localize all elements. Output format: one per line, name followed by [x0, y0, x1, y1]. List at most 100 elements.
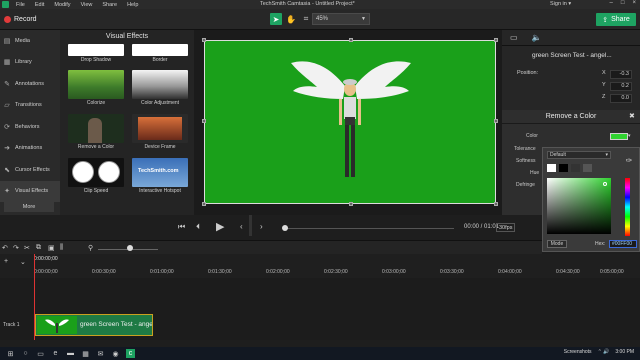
mode-button[interactable]: Mode	[547, 240, 567, 248]
copy-icon[interactable]: ⧉	[36, 244, 41, 252]
close-window-button[interactable]: ×	[632, 0, 636, 6]
zoom-value: 45%	[316, 16, 329, 22]
effect-drop-shadow[interactable]: Drop Shadow	[66, 44, 126, 66]
sidebar-item-cursor-effects[interactable]: ⬉ Cursor Effects	[0, 159, 60, 181]
transitions-icon: ▱	[4, 102, 10, 110]
menu-share[interactable]: Share	[97, 2, 122, 8]
timeline-clip[interactable]: green Screen Test - angel	[35, 314, 153, 336]
menu-help[interactable]: Help	[122, 2, 143, 8]
next-marker-icon[interactable]: ›	[260, 222, 263, 231]
saturation-value-area[interactable]	[547, 178, 611, 234]
cut-icon[interactable]: ✂	[24, 244, 30, 252]
clip-name: green Screen Test - angel...	[532, 52, 612, 59]
task-view-icon[interactable]: ▭	[36, 349, 45, 358]
previous-marker-icon[interactable]: ‹	[240, 222, 243, 231]
menu-edit[interactable]: Edit	[30, 2, 49, 8]
resize-handle[interactable]	[202, 202, 206, 206]
sidebar-item-transitions[interactable]: ▱ Transitions	[0, 95, 60, 117]
effect-label: Clip Speed	[83, 188, 109, 194]
hex-input[interactable]: #00FF00	[609, 240, 637, 248]
resize-handle[interactable]	[494, 119, 498, 123]
record-button[interactable]: Record	[4, 13, 37, 26]
video-preview[interactable]	[202, 38, 498, 206]
play-button[interactable]: ▶	[216, 220, 224, 233]
visual-properties-tab[interactable]: ▭	[510, 33, 518, 42]
eyedropper-icon[interactable]: ✑	[623, 154, 635, 166]
resize-handle[interactable]	[494, 38, 498, 42]
resize-handle[interactable]	[349, 202, 353, 206]
redo-icon[interactable]: ↷	[13, 244, 19, 252]
timeline-zoom-handle[interactable]	[127, 245, 133, 251]
screenshots-label[interactable]: Screenshots	[564, 349, 592, 355]
sidebar-item-animations[interactable]: ➜ Animations	[0, 138, 60, 160]
close-icon[interactable]: ✖	[629, 112, 637, 120]
resize-handle[interactable]	[349, 38, 353, 42]
sidebar-item-library[interactable]: ▦ Library	[0, 52, 60, 74]
x-field[interactable]: -0.3	[610, 70, 632, 79]
audio-properties-tab[interactable]: 🔈	[532, 33, 542, 42]
maximize-button[interactable]: □	[621, 0, 625, 6]
swatch-black[interactable]	[559, 164, 568, 172]
effect-thumbnail	[132, 44, 188, 56]
more-button[interactable]: More	[4, 202, 54, 212]
effect-color-adjustment[interactable]: Color Adjustment	[130, 70, 190, 110]
store-icon[interactable]: ▦	[81, 349, 90, 358]
search-icon[interactable]: ○	[21, 349, 30, 358]
chevron-down-icon[interactable]: ▾	[628, 133, 633, 140]
edge-icon[interactable]: e	[51, 349, 60, 358]
split-icon[interactable]: ⫼	[60, 244, 63, 252]
sidebar-item-visual-effects[interactable]: ✦ Visual Effects	[0, 180, 60, 202]
select-arrow-icon[interactable]: ➤	[270, 13, 282, 25]
playhead[interactable]	[34, 254, 35, 340]
hue-slider[interactable]	[625, 178, 630, 236]
camtasia-taskbar-icon[interactable]: c	[126, 349, 135, 358]
tray-icons[interactable]: ⌃ 🔊	[598, 349, 610, 355]
resize-handle[interactable]	[202, 38, 206, 42]
resize-handle[interactable]	[494, 202, 498, 206]
scrub-track[interactable]	[284, 228, 454, 229]
color-cursor[interactable]	[603, 182, 607, 186]
undo-icon[interactable]: ↶	[2, 244, 8, 252]
canvas-zoom-select[interactable]: 45% ▼	[312, 13, 370, 25]
swatch-white[interactable]	[547, 164, 556, 172]
start-icon[interactable]: ⊞	[6, 349, 15, 358]
menu-view[interactable]: View	[76, 2, 98, 8]
step-back-icon[interactable]: ⏮	[178, 222, 185, 232]
effect-label: Interactive Hotspot	[139, 188, 181, 194]
resize-handle[interactable]	[202, 119, 206, 123]
fps-select[interactable]: 30fps	[496, 223, 516, 232]
y-field[interactable]: 0.2	[610, 82, 632, 91]
menu-file[interactable]: File	[11, 2, 30, 8]
file-explorer-icon[interactable]: ▬	[66, 349, 75, 358]
color-swatch-button[interactable]	[610, 133, 628, 140]
timeline-ruler[interactable]: 0:00:00;00 + ⌄ 0:00:00;00 0:00:30;00 0:0…	[0, 254, 640, 278]
effect-interactive-hotspot[interactable]: TechSmith.com Interactive Hotspot	[130, 158, 190, 198]
sidebar-item-media[interactable]: ▤ Media	[0, 30, 60, 52]
mail-icon[interactable]: ✉	[96, 349, 105, 358]
sidebar-item-annotations[interactable]: ✎ Annotations	[0, 73, 60, 95]
minimize-button[interactable]: –	[610, 0, 613, 6]
add-track-icon[interactable]: +	[4, 258, 8, 265]
share-button[interactable]: ⇪ Share	[596, 13, 636, 26]
paste-icon[interactable]: ▣	[48, 244, 55, 252]
crop-icon[interactable]: ⌗	[300, 13, 312, 25]
sidebar-item-behaviors[interactable]: ⟳ Behaviors	[0, 116, 60, 138]
z-field[interactable]: 0.0	[610, 94, 632, 103]
scrub-handle[interactable]	[282, 225, 288, 231]
clock[interactable]: 3:00 PM	[615, 349, 634, 355]
effect-clip-speed[interactable]: Clip Speed	[66, 158, 126, 198]
effect-remove-a-color[interactable]: Remove a Color	[66, 114, 126, 154]
pan-hand-icon[interactable]: ✋	[285, 13, 297, 25]
sign-in-link[interactable]: Sign in ▾	[550, 1, 571, 7]
effect-colorize[interactable]: Colorize	[66, 70, 126, 110]
preset-select[interactable]: Default ▾	[547, 151, 611, 159]
menu-modify[interactable]: Modify	[49, 2, 75, 8]
collapse-icon[interactable]: ⌄	[20, 258, 26, 266]
previous-frame-icon[interactable]: ⏴	[196, 222, 200, 232]
effect-device-frame[interactable]: Device Frame	[130, 114, 190, 154]
effect-border[interactable]: Border	[130, 44, 190, 66]
chrome-icon[interactable]: ◉	[111, 349, 120, 358]
swatch-dark-gray[interactable]	[571, 164, 580, 172]
swatch-gray[interactable]	[583, 164, 592, 172]
window-title: TechSmith Camtasia - Untitled Project*	[260, 1, 355, 7]
